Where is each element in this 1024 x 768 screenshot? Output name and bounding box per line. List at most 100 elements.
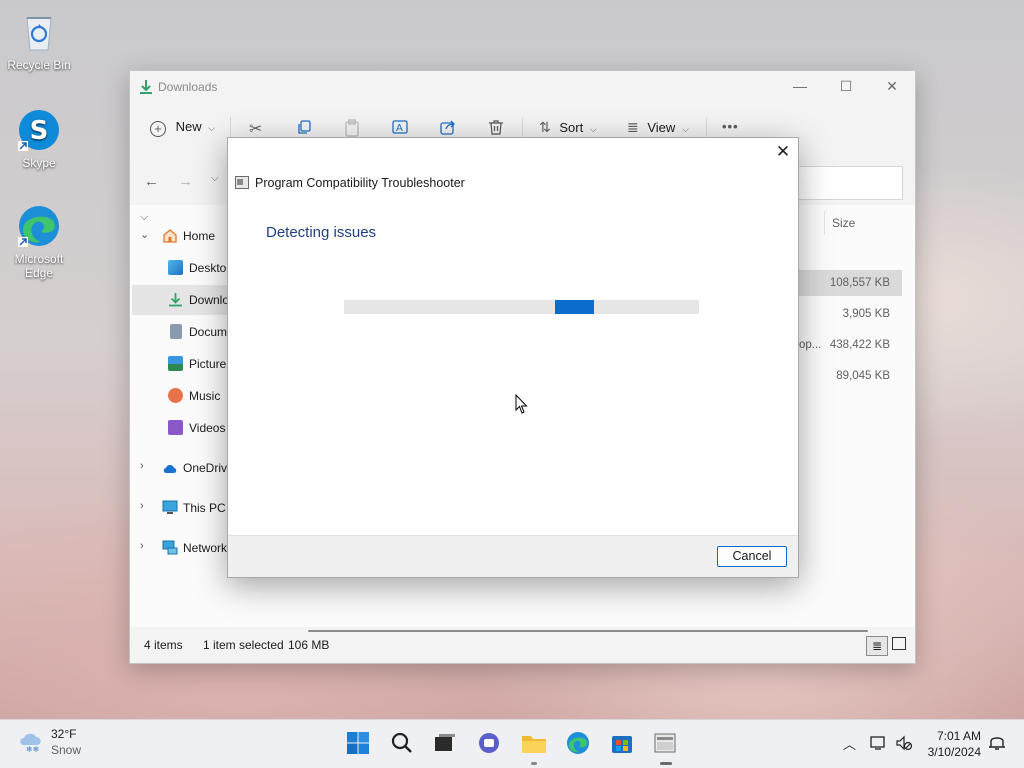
taskbar: ❄❄ 32°F Snow ︿ 7:01 AM 3/10/2024	[0, 719, 1024, 768]
edge-icon	[567, 732, 589, 754]
file-size: 3,905 KB	[842, 308, 890, 320]
more-icon: •••	[722, 119, 739, 134]
downloads-icon	[168, 292, 183, 307]
close-button[interactable]: ✕	[869, 71, 915, 101]
sidebar-item-this-pc[interactable]: › This PC	[132, 493, 232, 523]
home-icon	[162, 228, 178, 243]
snow-cloud-icon: ❄❄	[18, 731, 44, 756]
cancel-button[interactable]: Cancel	[717, 546, 787, 567]
back-arrow-icon[interactable]: ←	[144, 173, 159, 190]
store-taskbar-button[interactable]	[610, 731, 636, 757]
new-button[interactable]: + New ⌵	[150, 119, 215, 137]
weather-condition: Snow	[51, 743, 82, 757]
sidebar-item-network[interactable]: › Network	[132, 533, 232, 563]
network-icon	[162, 540, 178, 555]
clock[interactable]: 7:01 AM 3/10/2024	[928, 728, 981, 760]
music-icon	[168, 388, 183, 403]
search-button[interactable]	[390, 731, 416, 757]
pictures-icon	[168, 356, 183, 371]
selection-size: 106 MB	[288, 638, 330, 652]
volume-muted-icon[interactable]	[895, 735, 913, 754]
desktop-icon-skype[interactable]: S Skype	[4, 108, 74, 170]
sidebar-item-label: Videos	[189, 421, 226, 435]
new-button-label: New	[175, 119, 202, 134]
running-indicator	[531, 762, 537, 765]
show-hidden-icons-chevron-icon[interactable]: ︿	[843, 734, 856, 753]
sidebar-item-home[interactable]: ⌄ Home	[132, 221, 232, 251]
chevron-down-icon: ⌵	[589, 124, 597, 134]
file-explorer-taskbar-button[interactable]	[521, 731, 547, 765]
downloads-icon	[139, 79, 153, 98]
desktop-icon-label: Skype	[22, 156, 56, 170]
sort-icon: ⇅	[539, 119, 551, 135]
search-box[interactable]	[798, 166, 903, 200]
start-button[interactable]	[346, 731, 372, 757]
dialog-close-button[interactable]: ✕	[768, 138, 798, 166]
view-button[interactable]: ≣ View ⌵	[627, 119, 689, 136]
close-icon: ✕	[775, 142, 791, 161]
view-button-label: View	[647, 120, 676, 135]
table-row[interactable]: op... 438,422 KB	[799, 332, 902, 358]
item-count: 4 items	[144, 638, 183, 652]
selection-count: 1 item selected	[203, 638, 284, 652]
desktop-icon-edge[interactable]: Microsoft Edge	[4, 204, 74, 280]
share-button[interactable]	[440, 119, 456, 138]
sidebar-item-videos[interactable]: Videos	[132, 413, 232, 443]
table-row[interactable]: 3,905 KB	[799, 301, 902, 327]
table-row[interactable]: 89,045 KB	[799, 363, 902, 389]
chat-icon	[479, 733, 499, 753]
file-name-tail: op...	[799, 339, 822, 351]
maximize-button[interactable]: ☐	[823, 71, 869, 101]
notification-center-icon[interactable]	[988, 734, 1006, 755]
progress-indicator	[555, 300, 594, 314]
sort-button[interactable]: ⇅ Sort ⌵	[539, 119, 597, 136]
monitor-icon	[162, 500, 178, 515]
file-size: 89,045 KB	[836, 370, 890, 382]
column-divider	[824, 211, 825, 235]
copy-button[interactable]	[296, 119, 312, 138]
task-view-button[interactable]	[433, 731, 459, 757]
sidebar-item-pictures[interactable]: Pictures	[132, 349, 232, 379]
dialog-heading: Detecting issues	[266, 224, 377, 241]
recycle-bin-icon	[17, 10, 61, 54]
sidebar-item-downloads[interactable]: Downloads	[132, 285, 248, 315]
weather-widget[interactable]: ❄❄ 32°F Snow	[16, 727, 116, 761]
sidebar-item-desktop[interactable]: Desktop	[132, 253, 233, 283]
rename-button[interactable]: A	[392, 119, 410, 138]
table-row[interactable]: 108,557 KB	[799, 270, 902, 296]
sidebar-item-documents[interactable]: Documents	[132, 317, 250, 347]
copy-icon	[296, 120, 312, 138]
svg-text:A: A	[396, 123, 403, 134]
chevron-down-icon: ⌵	[681, 124, 689, 134]
recent-locations-chevron-icon[interactable]: ⌵	[211, 173, 219, 184]
network-status-icon[interactable]	[870, 735, 888, 754]
chevron-down-icon: ⌵	[208, 123, 216, 133]
clock-date: 3/10/2024	[927, 745, 981, 759]
weather-temperature: 32°F	[51, 727, 77, 741]
chevron-right-icon: ›	[140, 500, 144, 512]
folder-icon	[522, 736, 546, 753]
trash-icon	[488, 120, 504, 138]
share-icon	[440, 120, 456, 138]
more-options-button[interactable]: •••	[722, 119, 739, 134]
sidebar-item-label: Home	[183, 229, 216, 243]
file-size: 438,422 KB	[829, 339, 890, 351]
file-size: 108,557 KB	[829, 277, 890, 289]
running-indicator	[660, 762, 672, 765]
sidebar-item-music[interactable]: Music	[132, 381, 232, 411]
cut-button[interactable]: ✂	[249, 119, 262, 139]
minimize-button[interactable]: —	[777, 71, 823, 101]
rename-icon: A	[392, 120, 410, 138]
troubleshooter-taskbar-button[interactable]	[653, 731, 679, 765]
delete-button[interactable]	[488, 119, 504, 138]
edge-taskbar-button[interactable]	[566, 731, 592, 757]
desktop-icon-recycle-bin[interactable]: Recycle Bin	[4, 10, 74, 72]
sidebar-item-onedrive[interactable]: › OneDrive	[132, 453, 234, 483]
details-view-icon[interactable]: ≣	[866, 636, 888, 656]
teams-chat-button[interactable]	[477, 731, 503, 757]
documents-icon	[170, 324, 182, 339]
column-header-size[interactable]: Size	[832, 216, 855, 230]
onedrive-cloud-icon	[162, 460, 178, 475]
forward-arrow-icon[interactable]: →	[178, 173, 193, 190]
tiles-view-icon[interactable]	[892, 637, 906, 650]
